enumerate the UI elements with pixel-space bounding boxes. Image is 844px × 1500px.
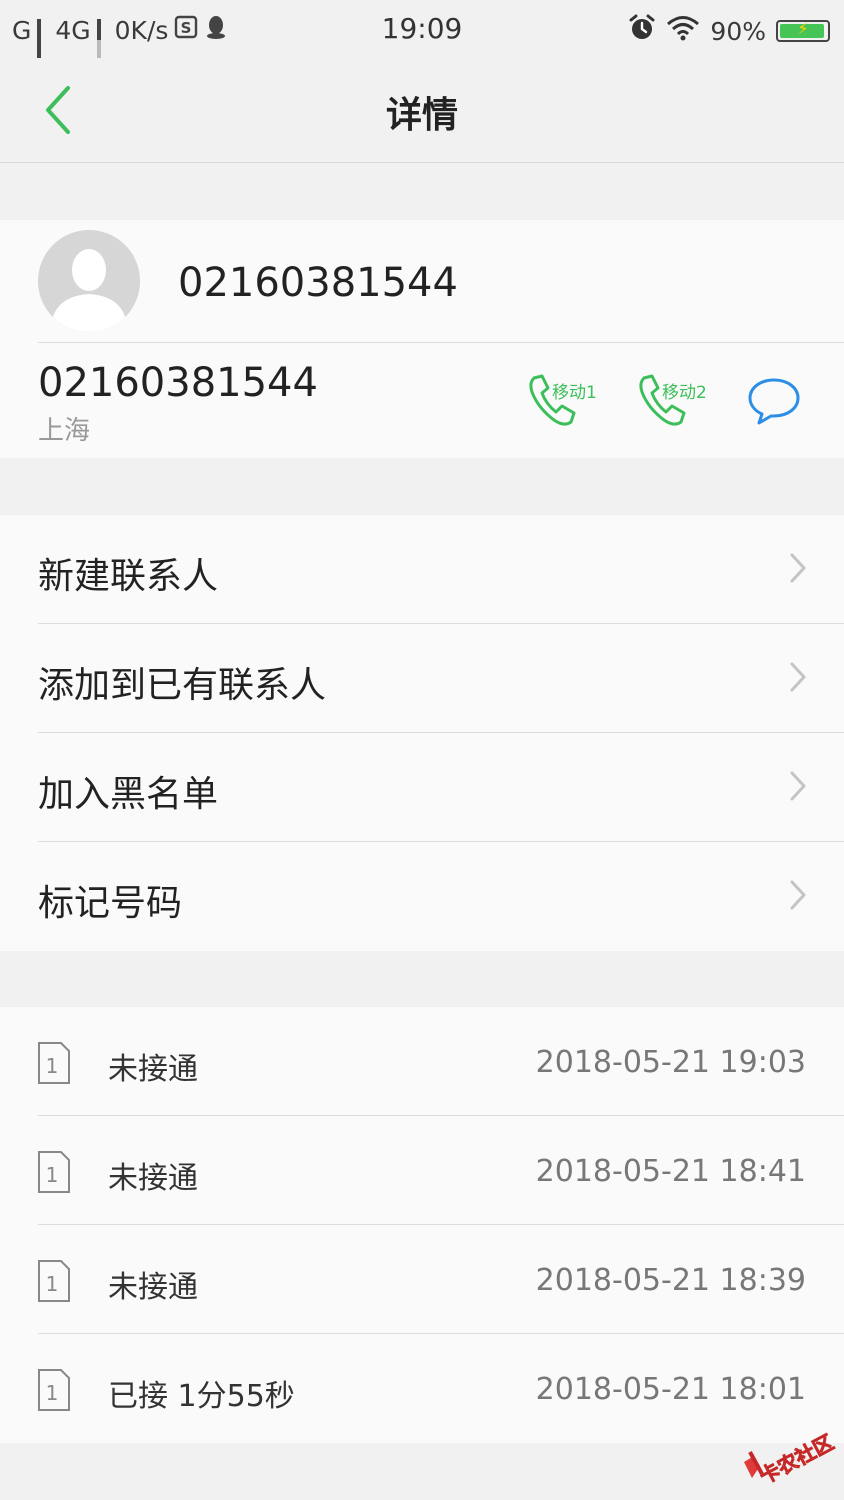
- page-title: 详情: [385, 95, 458, 136]
- menu-item-label: 加入黑名单: [38, 774, 219, 815]
- call-sim1-label: 移动1: [552, 383, 597, 403]
- nav-bar: 详情: [0, 58, 844, 163]
- call-status: 未接通: [108, 1052, 198, 1087]
- call-status: 未接通: [108, 1270, 198, 1305]
- person-icon: [38, 230, 140, 332]
- call-sim1-button[interactable]: 移动1: [526, 370, 606, 430]
- alarm-icon: [628, 14, 656, 48]
- call-sim2-button[interactable]: 移动2: [636, 370, 716, 430]
- watermark-logo: 卡农社区: [740, 1422, 838, 1489]
- contact-card: 02160381544 02160381544 上海 移动1 移动2: [0, 220, 844, 458]
- menu-item-label: 标记号码: [38, 883, 183, 924]
- chevron-right-icon: [790, 662, 806, 692]
- call-sim2-label: 移动2: [662, 383, 707, 403]
- call-status: 未接通: [108, 1161, 198, 1196]
- svg-text:1: 1: [46, 1163, 59, 1187]
- status-bar: G 4G 0K/s S 19:09 90% ⚡: [0, 0, 844, 80]
- divider: [38, 342, 844, 343]
- sim-card-icon: 1: [38, 1042, 70, 1084]
- svg-text:卡农社区: 卡农社区: [756, 1430, 836, 1484]
- message-button[interactable]: [746, 376, 802, 426]
- list-item[interactable]: 1 未接通 2018-05-21 19:03: [0, 1007, 844, 1116]
- sim-card-icon: 1: [38, 1151, 70, 1193]
- call-time: 2018-05-21 18:41: [535, 1154, 806, 1189]
- battery-percent: 90%: [710, 16, 766, 46]
- menu-item-label: 添加到已有联系人: [38, 665, 327, 706]
- list-item[interactable]: 1 未接通 2018-05-21 18:41: [0, 1116, 844, 1225]
- number-location: 上海: [38, 416, 91, 446]
- chevron-right-icon: [790, 553, 806, 583]
- sim-card-icon: 1: [38, 1369, 70, 1411]
- call-time: 2018-05-21 18:01: [535, 1372, 806, 1407]
- status-right: 90% ⚡: [628, 14, 830, 48]
- menu-item-mark-number[interactable]: 标记号码: [0, 842, 844, 951]
- menu-item-add-existing[interactable]: 添加到已有联系人: [0, 624, 844, 733]
- svg-text:1: 1: [46, 1381, 59, 1405]
- list-item[interactable]: 1 未接通 2018-05-21 18:39: [0, 1225, 844, 1334]
- call-history: 1 未接通 2018-05-21 19:03 1 未接通 2018-05-21 …: [0, 1007, 844, 1443]
- call-time: 2018-05-21 19:03: [535, 1045, 806, 1080]
- list-item[interactable]: 1 已接 1分55秒 2018-05-21 18:01: [0, 1334, 844, 1443]
- avatar: [38, 230, 140, 332]
- call-time: 2018-05-21 18:39: [535, 1263, 806, 1298]
- menu-item-blacklist[interactable]: 加入黑名单: [0, 733, 844, 842]
- svg-text:1: 1: [46, 1272, 59, 1296]
- contact-name: 02160381544: [178, 260, 458, 306]
- message-bubble-icon: [748, 378, 800, 425]
- menu-item-new-contact[interactable]: 新建联系人: [0, 515, 844, 624]
- action-menu: 新建联系人 添加到已有联系人 加入黑名单 标记号码: [0, 515, 844, 951]
- menu-item-label: 新建联系人: [38, 556, 219, 597]
- chevron-right-icon: [790, 880, 806, 910]
- wifi-icon: [666, 15, 700, 47]
- chevron-right-icon: [790, 771, 806, 801]
- sim-card-icon: 1: [38, 1260, 70, 1302]
- phone-number[interactable]: 02160381544: [38, 360, 318, 406]
- battery-icon: ⚡: [776, 19, 830, 42]
- call-status: 已接 1分55秒: [108, 1379, 295, 1414]
- svg-text:1: 1: [46, 1054, 59, 1078]
